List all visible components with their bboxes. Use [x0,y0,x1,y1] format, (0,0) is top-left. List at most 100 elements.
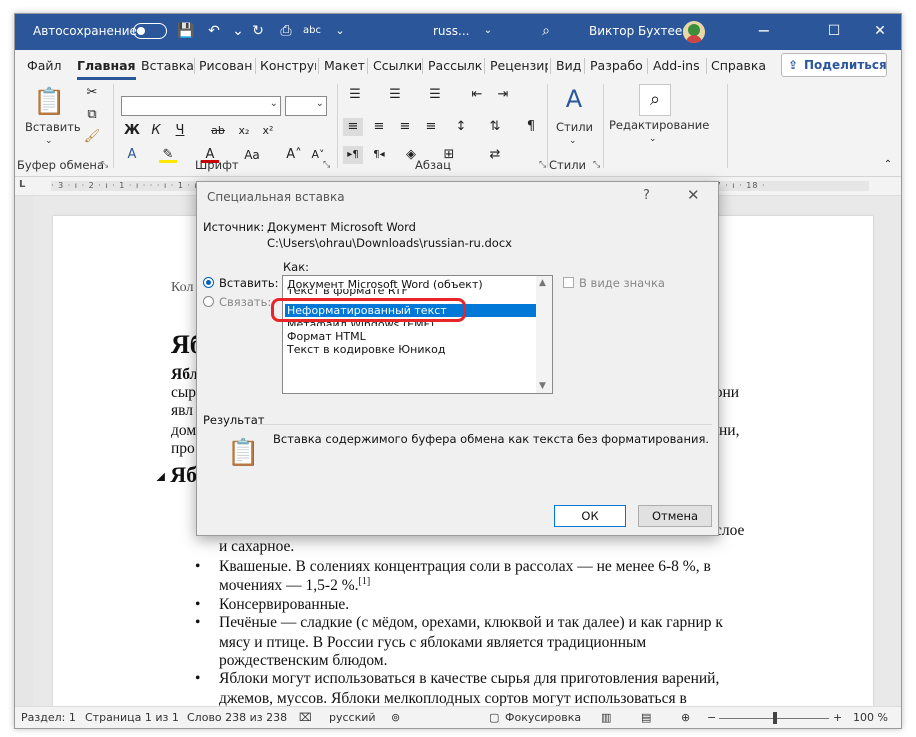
status-page[interactable]: Страница 1 из 1 [85,711,179,724]
clipboard-launcher-icon[interactable]: ⤡ [101,160,108,170]
change-case-button[interactable]: Aa [239,146,265,164]
close-icon[interactable]: ✕ [871,22,889,40]
align-center-icon[interactable]: ≡ [369,118,389,136]
paste-as-listbox[interactable]: Документ Microsoft Word (объект) Текст в… [282,275,553,394]
status-words[interactable]: Слово 238 из 238 [187,711,287,724]
print-layout-icon[interactable]: ▤ [641,711,651,724]
tab-references[interactable]: Ссылки [373,58,422,73]
user-name[interactable]: Виктор Бухтеев [589,24,689,38]
align-right-icon[interactable]: ≡ [395,118,415,136]
link-radio-label[interactable]: Связать: [219,295,271,309]
font-size-combo[interactable]: ⌄ [285,96,327,116]
tab-add-ins[interactable]: Add-ins [653,58,700,73]
align-left-icon[interactable]: ≡ [343,118,363,136]
paste-label[interactable]: Вставить [25,120,81,134]
link-radio[interactable] [203,296,214,307]
document-name[interactable]: russ... [433,24,470,38]
cancel-button[interactable]: Отмена [638,505,712,527]
tab-design[interactable]: Конструк [260,58,316,73]
show-marks-icon[interactable]: ¶ [521,118,541,136]
zoom-in-icon[interactable]: + [833,711,842,724]
minimize-icon[interactable]: − [755,22,773,40]
help-button[interactable]: ? [643,188,650,203]
list-item[interactable]: Формат HTML [285,330,537,343]
format-painter-icon[interactable]: 🖌 [83,128,101,146]
paragraph-launcher-icon[interactable]: ⤡ [539,160,546,170]
styles-label[interactable]: Стили [556,120,593,134]
listbox-scrollbar[interactable]: ▲ ▼ [536,276,552,393]
tab-file[interactable]: Файл [27,58,62,73]
zoom-out-icon[interactable]: − [707,711,716,724]
dialog-close-button[interactable]: ✕ [687,186,700,204]
doc-name-dropdown-icon[interactable]: ⌄ [479,22,497,40]
bullets-icon[interactable]: ☰ [345,86,365,104]
tab-home[interactable]: Главная [77,58,136,80]
scroll-up-icon[interactable]: ▲ [539,278,546,288]
status-section[interactable]: Раздел: 1 [21,711,76,724]
status-language[interactable]: русский [329,711,376,724]
scroll-down-icon[interactable]: ▼ [539,381,546,391]
strikethrough-button[interactable]: ab [209,122,227,140]
tab-layout[interactable]: Макет [324,58,365,73]
font-name-combo[interactable]: ⌄ [121,96,281,116]
tab-selector-icon[interactable]: L [19,179,25,190]
bold-button[interactable]: Ж [123,122,141,140]
justify-icon[interactable]: ≡ [421,118,441,136]
decrease-indent-icon[interactable]: ⇤ [467,86,487,104]
avatar[interactable] [683,21,705,43]
tab-view[interactable]: Вид [556,58,581,73]
paste-icon[interactable]: 📋 [33,86,65,118]
increase-indent-icon[interactable]: ⇥ [493,86,513,104]
save-icon[interactable]: 💾 [177,22,195,40]
tab-mailings[interactable]: Рассылк [428,58,482,73]
collapse-ribbon-icon[interactable]: ⌃ [881,156,895,174]
list-item[interactable]: Текст в кодировке Юникод [285,343,537,356]
styles-launcher-icon[interactable]: ⤡ [593,160,600,170]
editing-dropdown-icon[interactable]: ⌄ [649,134,657,144]
quick-print-icon[interactable]: ⎙ [277,22,295,40]
abc-icon[interactable]: abc [303,22,321,40]
undo-dropdown-icon[interactable]: ⌄ [229,22,247,40]
tab-draw[interactable]: Рисовани [199,58,253,73]
ok-button[interactable]: ОК [554,505,626,527]
multilevel-list-icon[interactable]: ☰ [425,86,445,104]
redo-icon[interactable]: ↻ [249,22,267,40]
display-as-icon-checkbox[interactable] [563,277,574,288]
editing-label[interactable]: Редактирование [609,118,709,132]
tab-insert[interactable]: Вставка [141,58,194,73]
ltr-icon[interactable]: ▸¶ [343,146,363,164]
editing-search-icon[interactable]: ⌕ [639,84,671,116]
text-effects-icon[interactable]: A [123,146,141,164]
focus-icon[interactable]: ▢ [489,711,499,724]
display-as-icon-label[interactable]: В виде значка [579,276,665,290]
vertical-ruler[interactable] [15,196,33,706]
subscript-button[interactable]: x₂ [235,122,253,140]
web-layout-icon[interactable]: ⊕ [681,711,690,724]
underline-button[interactable]: Ч [171,122,189,140]
styles-icon[interactable]: A [559,84,589,114]
proofing-icon[interactable]: ⌧ [299,711,312,724]
undo-icon[interactable]: ↶ [205,22,223,40]
cut-icon[interactable]: ✂ [83,84,101,102]
accessibility-icon[interactable]: ⊚ [391,711,400,724]
highlight-color-icon[interactable]: ✎ [159,146,177,163]
autosave-toggle[interactable] [133,23,167,39]
superscript-button[interactable]: x² [259,122,277,140]
search-icon[interactable]: ⌕ [537,22,555,40]
paste-radio[interactable] [203,277,214,288]
sort-icon[interactable]: ⇅ [485,118,505,136]
italic-button[interactable]: К [147,122,165,140]
tab-review[interactable]: Рецензир [490,58,548,73]
asian-layout-icon[interactable]: ⇄ [485,146,505,164]
list-item[interactable]: Текст в формате RTF [285,289,537,297]
tab-developer[interactable]: Разрабо [590,58,644,73]
styles-dropdown-icon[interactable]: ⌄ [569,136,577,146]
status-focus[interactable]: Фокусировка [505,711,581,724]
numbering-icon[interactable]: ☰ [385,86,405,104]
maximize-icon[interactable]: ☐ [825,22,843,40]
paste-dropdown-icon[interactable]: ⌄ [45,136,53,146]
customize-toolbar-icon[interactable]: ⌄ [331,22,349,40]
grow-font-icon[interactable]: A˄ [285,146,303,164]
share-button[interactable]: ⇪ Поделиться [781,53,887,77]
line-spacing-icon[interactable]: ↕ [451,118,471,136]
